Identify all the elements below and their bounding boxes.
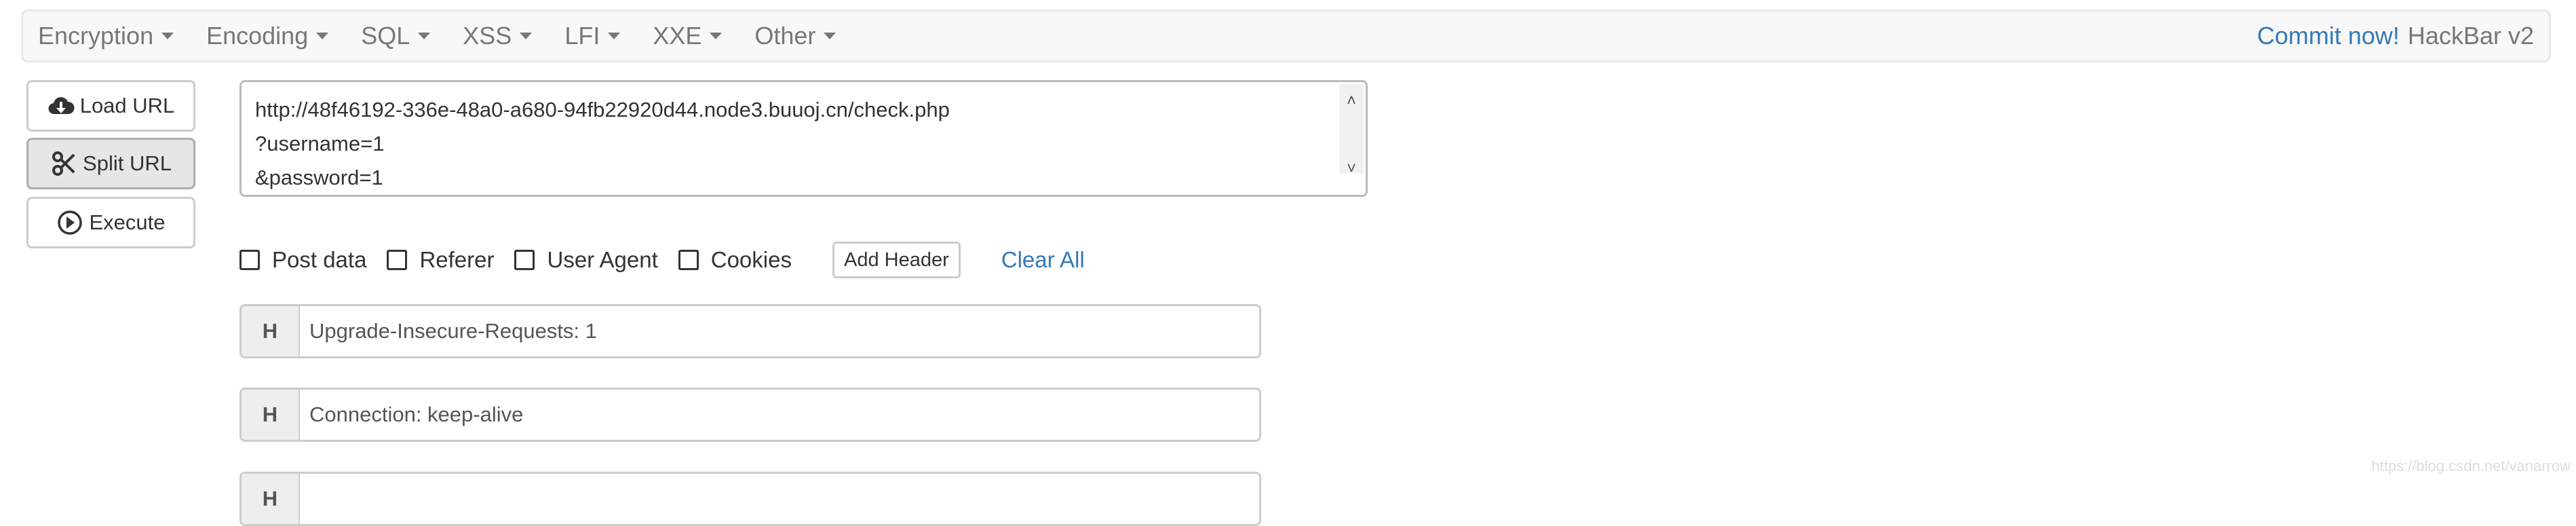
menu-xxe[interactable]: XXE (653, 22, 722, 50)
header-row[interactable]: H (239, 472, 1261, 526)
menu-label: SQL (361, 22, 410, 50)
header-value[interactable]: Upgrade-Insecure-Requests: 1 (300, 306, 597, 356)
header-value[interactable]: Connection: keep-alive (300, 390, 523, 440)
header-tag: H (242, 474, 300, 524)
clear-all-link[interactable]: Clear All (1001, 247, 1085, 273)
option-label: Referer (419, 247, 494, 273)
url-textarea[interactable]: http://48f46192-336e-48a0-a680-94fb22920… (239, 80, 1368, 197)
split-url-label: Split URL (83, 151, 172, 176)
menu-lfi[interactable]: LFI (564, 22, 620, 50)
header-tag: H (242, 306, 300, 356)
execute-label: Execute (89, 210, 165, 235)
option-label: Cookies (711, 247, 792, 273)
option-label: User Agent (547, 247, 657, 273)
menu-sql[interactable]: SQL (361, 22, 430, 50)
user-agent-checkbox[interactable] (514, 250, 535, 270)
menu-label: LFI (564, 22, 600, 50)
scissors-icon (50, 150, 77, 177)
menu-label: Other (754, 22, 815, 50)
scrollbar[interactable]: ˄˅ (1339, 84, 1364, 174)
play-circle-icon (56, 209, 83, 236)
post-data-option[interactable]: Post data (239, 247, 366, 273)
menu-other[interactable]: Other (754, 22, 836, 50)
split-url-button[interactable]: Split URL (26, 138, 195, 189)
options-row: Post data Referer User Agent Cookies Add… (239, 242, 1085, 278)
caret-down-icon (710, 33, 722, 39)
menu-bar: Encryption Encoding SQL XSS LFI XXE Othe… (38, 12, 868, 60)
menu-xss[interactable]: XSS (463, 22, 532, 50)
url-text: http://48f46192-336e-48a0-a680-94fb22920… (255, 98, 950, 189)
load-url-label: Load URL (80, 94, 175, 118)
header-row[interactable]: HUpgrade-Insecure-Requests: 1 (239, 304, 1261, 358)
menu-encoding[interactable]: Encoding (206, 22, 328, 50)
cookies-checkbox[interactable] (678, 250, 699, 270)
menu-label: XXE (653, 22, 701, 50)
header-row[interactable]: HConnection: keep-alive (239, 388, 1261, 442)
caret-down-icon (824, 33, 836, 39)
cloud-download-icon (47, 92, 75, 119)
referer-option[interactable]: Referer (387, 247, 494, 273)
caret-down-icon (418, 33, 430, 39)
cookies-option[interactable]: Cookies (678, 247, 792, 273)
chevron-up-icon[interactable]: ˄ (1339, 84, 1364, 118)
add-header-button[interactable]: Add Header (832, 242, 961, 278)
caret-down-icon (520, 33, 532, 39)
execute-button[interactable]: Execute (26, 197, 195, 248)
chevron-down-icon[interactable]: ˅ (1339, 152, 1364, 186)
brand-title: HackBar v2 (2408, 22, 2534, 50)
header-tag: H (242, 390, 300, 440)
menu-label: Encryption (38, 22, 153, 50)
load-url-button[interactable]: Load URL (26, 80, 195, 132)
caret-down-icon (316, 33, 328, 39)
header-value[interactable] (300, 474, 309, 524)
menu-encryption[interactable]: Encryption (38, 22, 174, 50)
post-data-checkbox[interactable] (239, 250, 260, 270)
menu-label: XSS (463, 22, 512, 50)
menu-label: Encoding (206, 22, 308, 50)
caret-down-icon (608, 33, 620, 39)
watermark: https://blog.csdn.net/vanarrow (2372, 457, 2571, 475)
hackbar-toolbar: Encryption Encoding SQL XSS LFI XXE Othe… (21, 10, 2551, 62)
caret-down-icon (161, 33, 174, 39)
option-label: Post data (272, 247, 366, 273)
commit-now-link[interactable]: Commit now! (2257, 22, 2400, 50)
referer-checkbox[interactable] (387, 250, 407, 270)
user-agent-option[interactable]: User Agent (514, 247, 657, 273)
brand: Commit now! HackBar v2 (2257, 12, 2534, 60)
